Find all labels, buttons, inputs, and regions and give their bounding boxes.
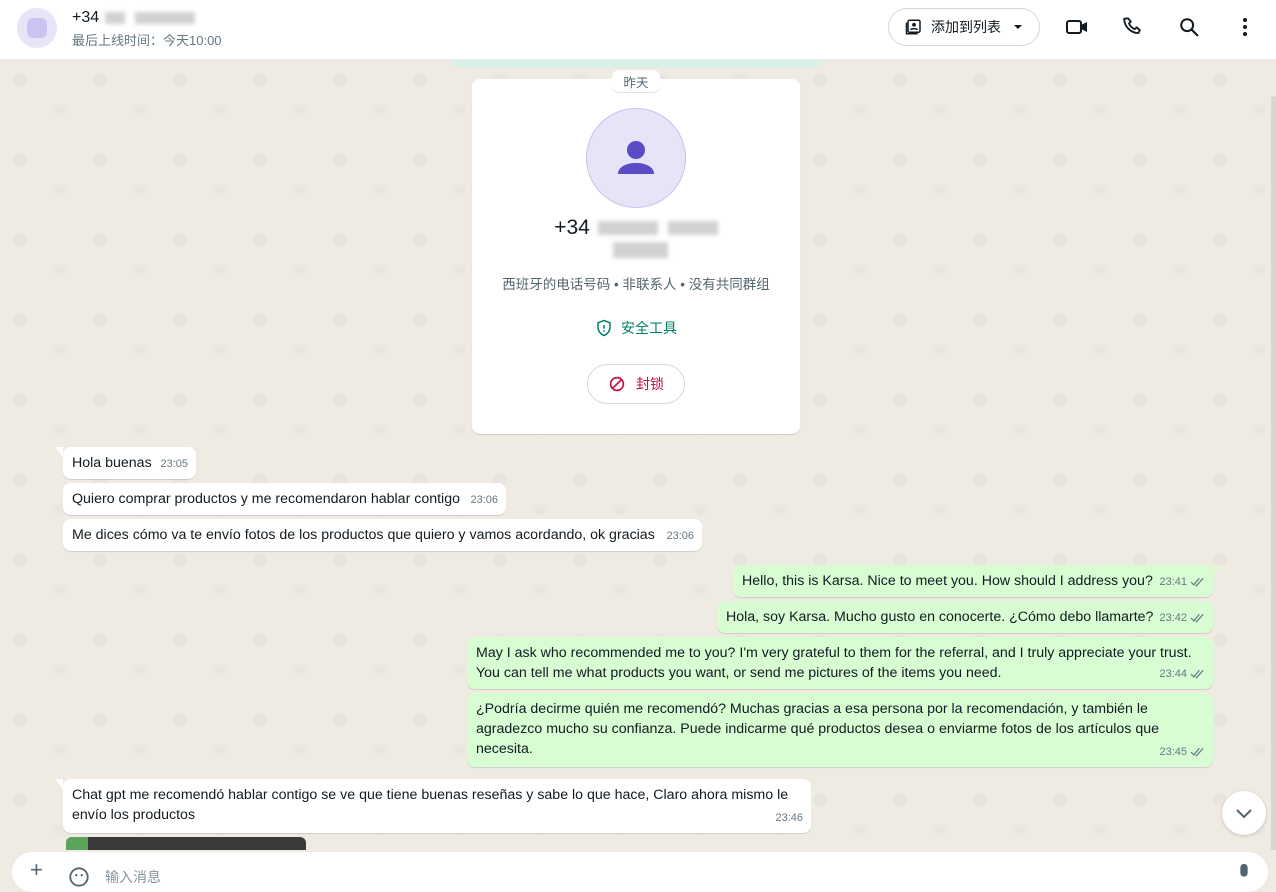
- attach-plus-icon[interactable]: +: [30, 859, 43, 881]
- last-seen-status: 最后上线时间：今天10:00: [72, 33, 222, 48]
- message-time: 23:06: [470, 494, 498, 506]
- list-icon: [905, 19, 921, 35]
- more-options-icon[interactable]: [1232, 14, 1258, 40]
- date-chip: 昨天: [612, 70, 660, 92]
- chevron-down-icon: [1236, 809, 1252, 819]
- shield-icon: [597, 319, 611, 337]
- message-input[interactable]: 输入消息: [105, 867, 161, 887]
- message-time: 23:42: [1159, 608, 1205, 628]
- block-icon: [609, 376, 625, 392]
- message-time: 23:41: [1159, 572, 1205, 592]
- redacted-number: [613, 242, 668, 258]
- message-outgoing[interactable]: Hello, this is Karsa. Nice to meet you. …: [733, 565, 1221, 597]
- read-receipt-icon: [1190, 747, 1204, 757]
- message-outgoing[interactable]: May I ask who recommended me to you? I'm…: [467, 637, 1213, 689]
- search-icon[interactable]: [1176, 14, 1202, 40]
- microphone-icon[interactable]: [1236, 862, 1252, 884]
- emoji-icon[interactable]: [68, 866, 90, 888]
- contact-large-avatar[interactable]: [586, 108, 686, 208]
- scroll-down-button[interactable]: [1222, 791, 1266, 835]
- read-receipt-icon: [1190, 669, 1204, 679]
- block-button[interactable]: 封锁: [587, 364, 685, 404]
- person-icon: [618, 141, 654, 174]
- message-time: 23:45: [1159, 742, 1205, 762]
- chat-header: +34 最后上线时间：今天10:00 添加到列表: [0, 0, 1276, 60]
- video-call-icon[interactable]: [1064, 14, 1090, 40]
- previous-message-edge: [452, 60, 822, 68]
- chat-scrollbar[interactable]: [1271, 96, 1276, 850]
- voice-call-icon[interactable]: [1120, 14, 1146, 40]
- message-time: 23:05: [160, 458, 188, 470]
- contact-info-card: +34 西班牙的电话号码 • 非联系人 • 没有共同群组 安全工具 封锁: [472, 79, 800, 434]
- message-incoming[interactable]: Quiero comprar productos y me recomendar…: [63, 483, 506, 515]
- message-composer: + 输入消息: [0, 850, 1276, 892]
- caret-down-icon: [1014, 25, 1022, 29]
- read-receipt-icon: [1190, 613, 1204, 623]
- message-time: 23:46: [775, 812, 803, 824]
- message-incoming[interactable]: Me dices cómo va te envío fotos de los p…: [63, 519, 702, 551]
- message-outgoing[interactable]: ¿Podría decirme quién me recomendó? Much…: [467, 693, 1213, 767]
- safety-tools-link[interactable]: 安全工具: [472, 318, 800, 338]
- message-time: 23:06: [666, 530, 694, 542]
- message-incoming[interactable]: Hola buenas 23:05: [55, 447, 196, 479]
- message-time: 23:44: [1159, 664, 1205, 684]
- message-incoming[interactable]: Chat gpt me recomendó hablar contigo se …: [55, 779, 811, 833]
- message-outgoing[interactable]: Hola, soy Karsa. Mucho gusto en conocert…: [717, 601, 1213, 633]
- contact-name[interactable]: +34: [72, 9, 196, 27]
- contact-avatar[interactable]: [17, 8, 57, 48]
- read-receipt-icon: [1190, 577, 1204, 587]
- add-to-list-button[interactable]: 添加到列表: [888, 8, 1040, 46]
- contact-number: +34: [472, 216, 800, 240]
- contact-meta-info: 西班牙的电话号码 • 非联系人 • 没有共同群组: [502, 277, 770, 292]
